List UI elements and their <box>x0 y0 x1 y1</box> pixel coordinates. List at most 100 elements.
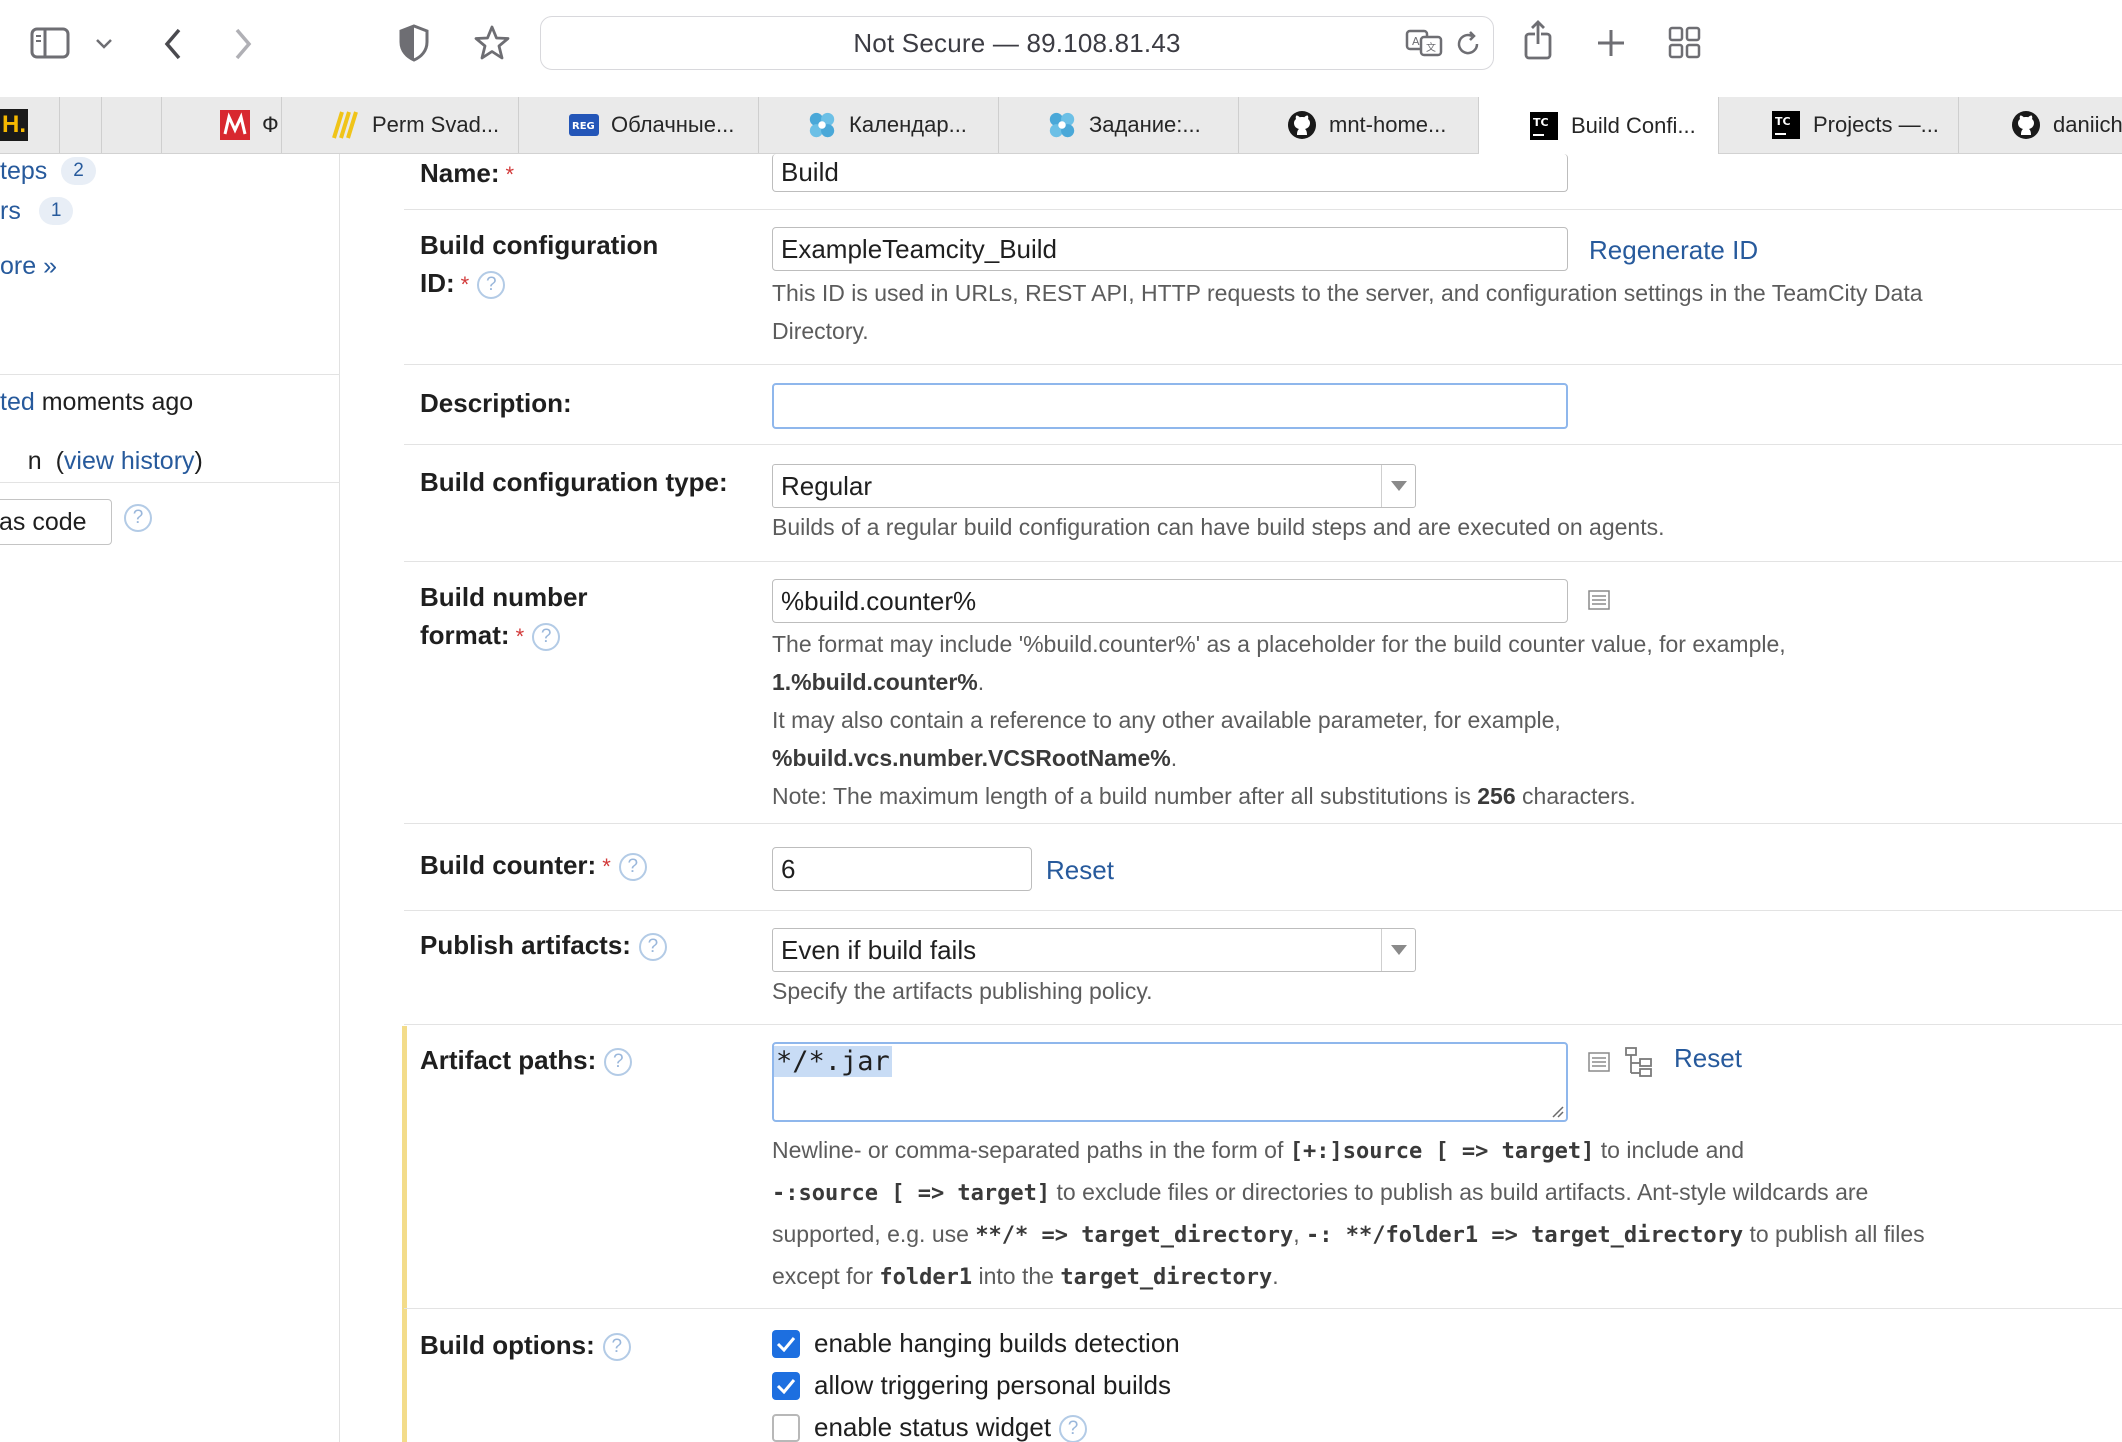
personal-builds-checkbox[interactable] <box>772 1372 800 1400</box>
row-divider <box>404 364 2122 365</box>
number-format-note: The format may include '%build.counter%'… <box>772 631 1786 809</box>
config-type-label: Build configuration type: <box>420 467 728 497</box>
github-icon <box>1287 110 1317 140</box>
yellow-lines-icon <box>330 110 360 140</box>
tab-perm-svad[interactable]: Perm Svad... <box>282 97 519 153</box>
help-icon[interactable]: ? <box>638 933 667 962</box>
description-label: Description: <box>420 388 572 418</box>
translate-icon[interactable]: A文 <box>1404 26 1444 60</box>
row-divider <box>404 1024 2122 1025</box>
parameters-list-icon[interactable] <box>1588 1052 1610 1077</box>
artifact-paths-label: Artifact paths:? <box>420 1041 633 1079</box>
github-icon <box>2011 110 2041 140</box>
row-divider <box>404 561 2122 562</box>
teamcity-icon: TC <box>1529 111 1559 141</box>
hanging-builds-checkbox[interactable] <box>772 1330 800 1358</box>
star-icon[interactable] <box>470 22 514 64</box>
artifacts-reset-link[interactable]: Reset <box>1674 1043 1742 1074</box>
config-id-note: This ID is used in URLs, REST API, HTTP … <box>772 280 1923 344</box>
forward-icon[interactable] <box>228 24 258 64</box>
view-history-link[interactable]: view history <box>64 447 195 475</box>
address-bar[interactable]: Not Secure — 89.108.81.43 <box>540 16 1494 70</box>
help-icon[interactable]: ? <box>602 1333 631 1362</box>
personal-builds-label[interactable]: allow triggering personal builds <box>814 1370 1171 1401</box>
resize-handle-icon[interactable] <box>1550 1104 1564 1118</box>
settings-sidebar: teps 2 rs 1 ore » ted moments ago n (vie… <box>0 154 340 1442</box>
counter-input[interactable]: 6 <box>772 847 1032 891</box>
row-divider <box>404 910 2122 911</box>
tab-f[interactable]: Ф <box>162 97 282 153</box>
teams-icon <box>1047 110 1077 140</box>
browser-toolbar: Not Secure — 89.108.81.43 A文 <box>0 0 2122 97</box>
counter-label: Build counter: *? <box>420 846 647 886</box>
regenerate-id-link[interactable]: Regenerate ID <box>1589 235 1758 266</box>
reg-icon: REG <box>569 110 599 140</box>
tab-blank-1[interactable] <box>60 97 102 153</box>
row-divider <box>404 209 2122 210</box>
publish-select[interactable]: Even if build fails <box>772 928 1416 972</box>
hanging-builds-label[interactable]: enable hanging builds detection <box>814 1328 1180 1359</box>
teams-icon <box>807 110 837 140</box>
config-type-note: Builds of a regular build configuration … <box>772 514 1665 540</box>
shield-icon[interactable] <box>394 22 434 64</box>
h-logo-icon: H. <box>0 109 28 141</box>
address-text: Not Secure — 89.108.81.43 <box>853 27 1181 58</box>
description-input[interactable] <box>772 383 1568 429</box>
sidebar-divider <box>0 374 340 375</box>
status-widget-checkbox[interactable] <box>772 1414 800 1442</box>
help-icon[interactable]: ? <box>532 623 561 652</box>
tab-daniich[interactable]: daniich <box>1959 97 2122 153</box>
tree-browser-icon[interactable] <box>1624 1046 1654 1083</box>
name-input[interactable]: Build <box>772 154 1568 192</box>
show-more-link[interactable]: ore » <box>0 252 57 281</box>
dropdown-arrow-icon <box>1381 465 1415 507</box>
help-icon[interactable]: ? <box>1059 1415 1088 1442</box>
parameters-list-icon[interactable] <box>1588 590 1610 615</box>
history-info: n (view history) <box>27 447 203 475</box>
modified-indicator <box>402 1026 407 1442</box>
tab-blank-2[interactable] <box>102 97 162 153</box>
svg-text:文: 文 <box>1426 41 1436 54</box>
help-icon[interactable]: ? <box>604 1048 633 1077</box>
publish-label: Publish artifacts:? <box>420 926 667 964</box>
counter-reset-link[interactable]: Reset <box>1046 855 1114 886</box>
tab-pinned-h[interactable]: H. <box>0 97 60 153</box>
help-icon[interactable]: ? <box>618 853 647 882</box>
number-format-label: Build number format: *? <box>420 582 588 652</box>
name-label: Name: * <box>420 158 515 188</box>
config-id-label: Build configuration ID: *? <box>420 230 659 300</box>
new-tab-icon[interactable] <box>1592 24 1630 62</box>
sidebar-item-triggers[interactable]: rs 1 <box>0 194 74 228</box>
sidebar-divider <box>0 482 340 483</box>
tab-mnt-home[interactable]: mnt-home... <box>1239 97 1479 153</box>
svg-text:TC: TC <box>1775 115 1791 128</box>
artifact-paths-textarea[interactable]: */*.jar <box>772 1042 1568 1122</box>
sidebar-toggle-icon[interactable] <box>28 24 72 62</box>
view-as-code-button[interactable]: as code <box>0 499 112 545</box>
tab-zadanie[interactable]: Задание:... <box>999 97 1239 153</box>
tab-oblachnye[interactable]: REG Облачные... <box>519 97 759 153</box>
edited-link[interactable]: ted <box>0 388 35 416</box>
status-widget-label[interactable]: enable status widget? <box>814 1412 1088 1442</box>
back-icon[interactable] <box>158 24 188 64</box>
build-config-form: Name: * Build Build configuration ID: *? E… <box>340 154 2122 1442</box>
share-icon[interactable] <box>1520 18 1556 62</box>
chevron-down-icon[interactable] <box>92 32 116 56</box>
steps-count-badge: 2 <box>61 157 96 185</box>
tab-projects[interactable]: TC Projects —... <box>1719 97 1959 153</box>
help-icon[interactable]: ? <box>124 504 152 532</box>
sidebar-item-build-steps[interactable]: teps 2 <box>0 154 96 188</box>
tab-overview-icon[interactable] <box>1666 24 1704 62</box>
svg-text:A: A <box>1412 35 1420 48</box>
config-id-input[interactable]: ExampleTeamcity_Build <box>772 227 1568 271</box>
triggers-count-badge: 1 <box>38 197 74 225</box>
tab-kalendar[interactable]: Календар... <box>759 97 999 153</box>
svg-text:REG: REG <box>572 121 595 132</box>
svg-text:TC: TC <box>1533 116 1549 129</box>
tab-build-config[interactable]: TC Build Confi... <box>1479 97 1719 154</box>
help-icon[interactable]: ? <box>477 271 506 300</box>
row-divider <box>404 823 2122 824</box>
number-format-input[interactable]: %build.counter% <box>772 579 1568 623</box>
config-type-select[interactable]: Regular <box>772 464 1416 508</box>
reload-icon[interactable] <box>1452 28 1484 60</box>
